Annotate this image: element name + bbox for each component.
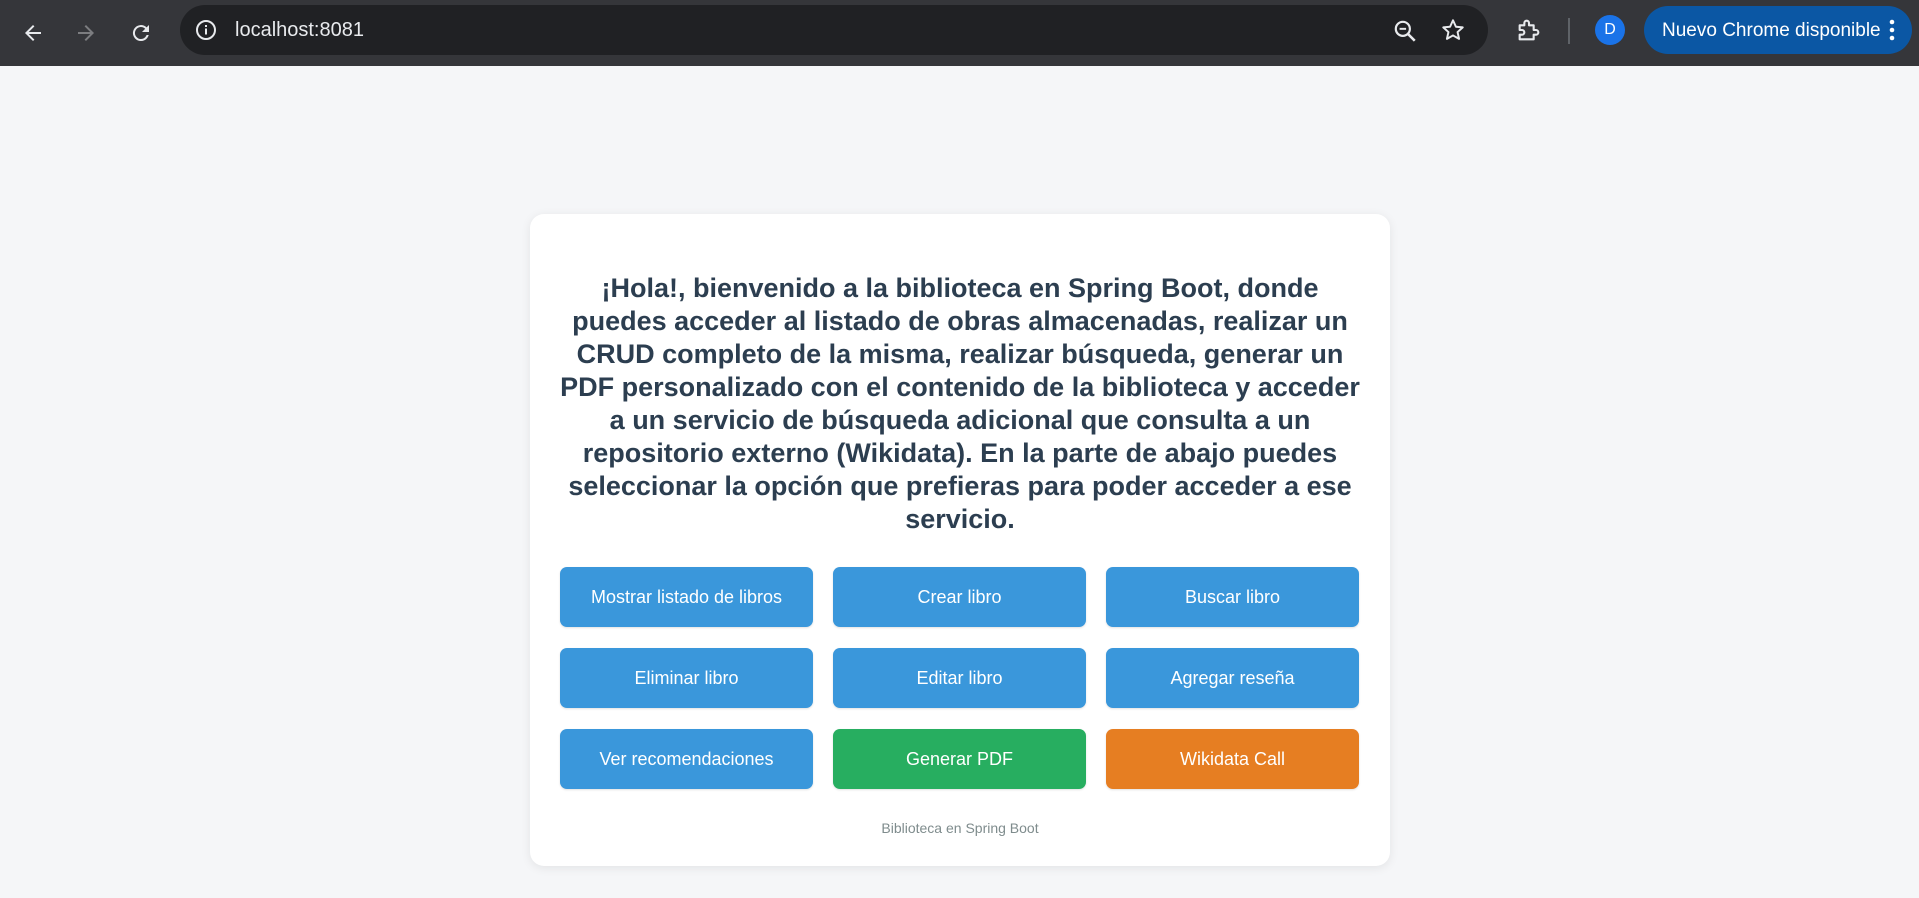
- edit-book-button[interactable]: Editar libro: [833, 648, 1086, 708]
- recommendations-button[interactable]: Ver recomendaciones: [560, 729, 813, 789]
- add-review-button[interactable]: Agregar reseña: [1106, 648, 1359, 708]
- extensions-icon[interactable]: [1515, 16, 1543, 44]
- chrome-update-button[interactable]: Nuevo Chrome disponible: [1644, 6, 1912, 54]
- update-label: Nuevo Chrome disponible: [1662, 20, 1881, 41]
- wikidata-call-button[interactable]: Wikidata Call: [1106, 729, 1359, 789]
- footer-text: Biblioteca en Spring Boot: [881, 820, 1039, 836]
- search-book-button[interactable]: Buscar libro: [1106, 567, 1359, 627]
- url-text[interactable]: localhost:8081: [235, 19, 364, 41]
- create-book-button[interactable]: Crear libro: [833, 567, 1086, 627]
- main-card: ¡Hola!, bienvenido a la biblioteca en Sp…: [530, 214, 1390, 866]
- intro-text: ¡Hola!, bienvenido a la biblioteca en Sp…: [560, 273, 1360, 534]
- reload-button[interactable]: [120, 12, 162, 54]
- back-icon: [25, 25, 41, 41]
- show-books-button[interactable]: Mostrar listado de libros: [560, 567, 813, 627]
- more-vert-icon[interactable]: [1884, 16, 1900, 44]
- action-buttons: Mostrar listado de libros Crear libro Bu…: [560, 567, 1360, 789]
- browser-toolbar: localhost:8081 D Nuevo Chrome disponible: [0, 0, 1919, 66]
- forward-icon: [78, 25, 94, 41]
- address-bar[interactable]: localhost:8081: [180, 5, 1488, 55]
- info-icon[interactable]: [194, 18, 218, 42]
- generate-pdf-button[interactable]: Generar PDF: [833, 729, 1086, 789]
- back-button[interactable]: [12, 12, 54, 54]
- reload-icon: [132, 25, 149, 42]
- star-icon[interactable]: [1440, 17, 1466, 43]
- zoom-icon[interactable]: [1392, 18, 1418, 44]
- profile-avatar[interactable]: D: [1595, 15, 1625, 45]
- toolbar-divider: [1568, 18, 1570, 44]
- forward-button[interactable]: [65, 12, 107, 54]
- delete-book-button[interactable]: Eliminar libro: [560, 648, 813, 708]
